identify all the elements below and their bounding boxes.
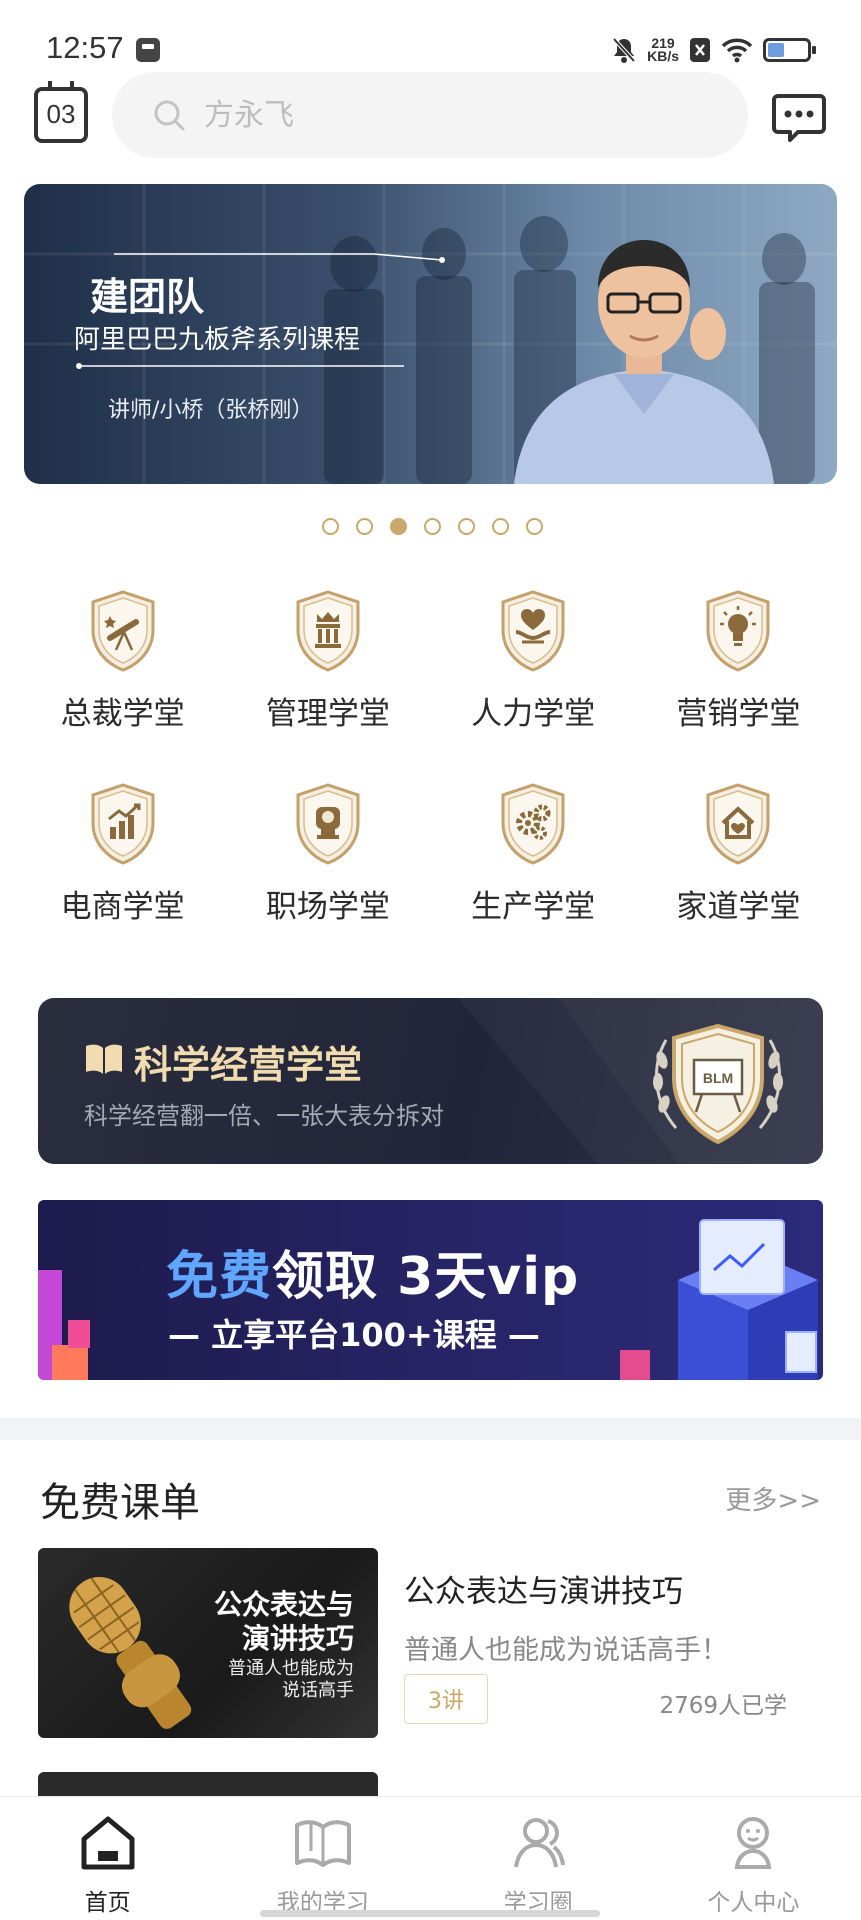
blm-badge-icon: BLM: [653, 1023, 783, 1145]
category-label: 家道学堂: [676, 889, 801, 925]
badge-text: BLM: [703, 1070, 733, 1086]
status-bar: 12:57 219 KB/s: [0, 0, 861, 72]
pagination-dot[interactable]: [492, 518, 509, 535]
battery-icon: [763, 38, 816, 62]
book-icon: [294, 1820, 351, 1867]
science-management-card[interactable]: 科学经营学堂 科学经营翻一倍、一张大表分拆对 BLM: [38, 998, 823, 1164]
calendar-button[interactable]: 03: [34, 81, 88, 143]
pagination-dot[interactable]: [458, 518, 475, 535]
category-label: 人力学堂: [471, 696, 596, 732]
category-label: 管理学堂: [265, 696, 390, 732]
tab-home[interactable]: 首页: [0, 1797, 215, 1920]
vip-title: 免费领取 3天vip: [166, 1234, 579, 1309]
home-indicator: [260, 1910, 600, 1917]
network-speed: 219 KB/s: [647, 36, 679, 64]
heart-hands-shield-icon: [501, 590, 565, 672]
home-icon: [81, 1816, 135, 1870]
vip-banner[interactable]: 免费领取 3天vip — 立享平台100+课程 —: [38, 1200, 823, 1380]
more-link[interactable]: 更多>>: [725, 1480, 821, 1517]
category-item[interactable]: 生产学堂: [431, 779, 636, 926]
category-label: 电商学堂: [60, 889, 185, 925]
category-item[interactable]: 家道学堂: [636, 779, 841, 926]
thumbnail-subtitle: 普通人也能成为 说话高手: [228, 1658, 354, 1702]
crown-pillars-shield-icon: [296, 590, 360, 672]
thumbnail-title: 公众表达与 演讲技巧: [214, 1588, 354, 1656]
calendar-day: 03: [46, 99, 76, 129]
pagination-dot[interactable]: [322, 518, 339, 535]
lecture-count-badge: 3讲: [404, 1674, 488, 1724]
category-item[interactable]: 总裁学堂: [20, 586, 225, 733]
telescope-shield-icon: [91, 590, 155, 672]
wifi-icon: [721, 38, 753, 63]
search-bar[interactable]: [112, 72, 748, 158]
vip-title-rest: 领取 3天vip: [272, 1247, 580, 1307]
course-thumbnail: 公众表达与 演讲技巧 普通人也能成为 说话高手: [38, 1548, 378, 1738]
category-item[interactable]: 电商学堂: [20, 779, 225, 926]
no-sim-icon: [690, 38, 710, 62]
thumbnail-subtitle-line2: 说话高手: [282, 1680, 354, 1701]
vip-subtitle: — 立享平台100+课程 —: [168, 1316, 540, 1354]
vip-title-free: 免费: [166, 1247, 273, 1307]
pagination-dot[interactable]: [356, 518, 373, 535]
speed-unit: KB/s: [647, 48, 679, 64]
pagination-dot[interactable]: [390, 518, 407, 535]
next-course-thumbnail[interactable]: [38, 1772, 378, 1796]
tab-book[interactable]: 我的学习: [215, 1797, 430, 1920]
pagination-dot[interactable]: [526, 518, 543, 535]
search-icon: [154, 100, 185, 131]
hero-banner[interactable]: 建团队 阿里巴巴九板斧系列课程 讲师/小桥（张桥刚）: [24, 184, 837, 484]
card-subtitle: 科学经营翻一倍、一张大表分拆对: [84, 1102, 444, 1130]
tab-people[interactable]: 学习圈: [431, 1797, 646, 1920]
category-item[interactable]: 管理学堂: [225, 586, 430, 733]
banner-subtitle: 阿里巴巴九板斧系列课程: [74, 325, 361, 355]
instructor-photo: [514, 240, 774, 484]
status-icons: 219 KB/s: [611, 34, 816, 66]
category-item[interactable]: 人力学堂: [431, 586, 636, 733]
category-label: 生产学堂: [471, 889, 596, 925]
home-heart-shield-icon: [706, 783, 770, 865]
pagination-dot[interactable]: [424, 518, 441, 535]
category-label: 营销学堂: [676, 696, 801, 732]
lightbulb-shield-icon: [706, 590, 770, 672]
section-divider: [0, 1418, 861, 1440]
people-icon: [514, 1818, 566, 1868]
message-icon[interactable]: [772, 92, 826, 142]
status-time: 12:57: [46, 30, 124, 65]
thumbnail-subtitle-line1: 普通人也能成为: [228, 1658, 354, 1679]
learner-count: 2769人已学: [659, 1693, 787, 1719]
mute-bell-icon: [612, 37, 636, 63]
chart-shield-icon: [91, 783, 155, 865]
bottom-tab-bar: 首页 我的学习 学习圈个人中心: [0, 1796, 861, 1920]
category-item[interactable]: 营销学堂: [636, 586, 841, 733]
tab-person[interactable]: 个人中心: [646, 1797, 861, 1920]
search-input[interactable]: [204, 90, 704, 140]
free-list-title: 免费课单: [40, 1480, 200, 1526]
thumbnail-title-line1: 公众表达与: [213, 1588, 354, 1621]
tab-label: 个人中心: [707, 1890, 800, 1916]
gears-shield-icon: [501, 783, 565, 865]
banner-title: 建团队: [90, 275, 205, 319]
course-name: 公众表达与演讲技巧: [404, 1574, 683, 1610]
category-item[interactable]: 职场学堂: [225, 779, 430, 926]
card-title: 科学经营学堂: [134, 1043, 363, 1087]
banner-pagination: [322, 518, 543, 535]
microphone-icon: [69, 1577, 192, 1729]
thumbnail-title-line2: 演讲技巧: [241, 1622, 354, 1655]
course-item[interactable]: 公众表达与 演讲技巧 普通人也能成为 说话高手 公众表达与演讲技巧 普通人也能成…: [38, 1548, 823, 1738]
category-label: 总裁学堂: [60, 696, 185, 732]
briefcase-shield-icon: [296, 783, 360, 865]
category-grid: 总裁学堂 管理学堂 人力学堂 营销学堂电商学堂 职场学堂 生产学堂 家道学堂: [20, 586, 841, 926]
category-label: 职场学堂: [265, 889, 390, 925]
sim-card-icon: [136, 38, 160, 62]
banner-teacher: 讲师/小桥（张桥刚）: [108, 398, 314, 423]
course-description: 普通人也能成为说话高手！: [404, 1635, 728, 1666]
book-icon: [86, 1044, 122, 1074]
tab-label: 首页: [84, 1890, 131, 1916]
person-icon: [735, 1817, 772, 1869]
